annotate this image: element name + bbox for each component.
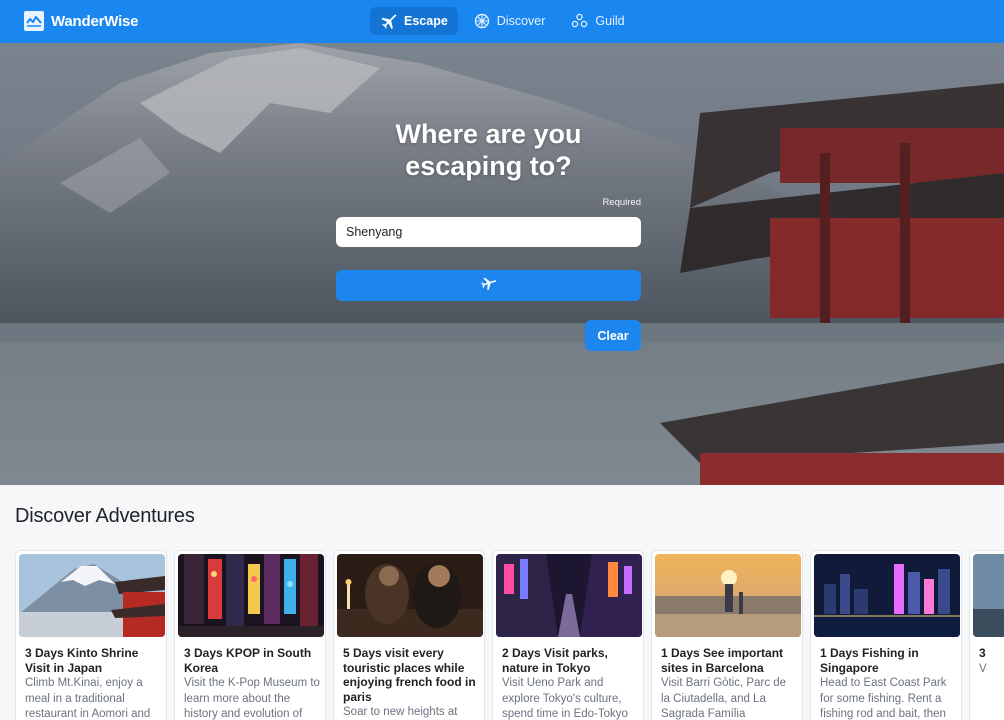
card-title: 3 <box>979 646 986 660</box>
card-title: 3 Days KPOP in South Korea <box>184 646 312 675</box>
tab-discover-label: Discover <box>496 14 546 28</box>
adventure-card[interactable]: 3 Days Kinto Shrine Visit in Japan Climb… <box>15 550 167 720</box>
card-description: Soar to new heights at <box>343 706 458 718</box>
adventure-card[interactable]: 1 Days See important sites in Barcelona … <box>651 550 803 720</box>
adventure-card[interactable]: 3 Days KPOP in South Korea Visit the K-P… <box>174 550 326 720</box>
tab-guild-label: Guild <box>595 14 625 28</box>
hero-title-line1: Where are you <box>395 119 582 149</box>
discover-section-title: Discover Adventures <box>15 505 195 527</box>
tab-escape-label: Escape <box>404 14 448 28</box>
card-description: Climb Mt.Kinai, enjoy a meal in a tradit… <box>25 677 151 720</box>
card-image-singapore-night <box>814 554 960 637</box>
card-image-mount-fuji <box>19 554 165 637</box>
card-image-seoul-street <box>178 554 324 637</box>
hero-section: Where are you escaping to? Required Clea… <box>0 43 1004 485</box>
plane-icon <box>480 276 497 295</box>
adventure-card[interactable]: 5 Days visit every touristic places whil… <box>333 550 485 720</box>
card-title: 5 Days visit every touristic places whil… <box>343 646 476 704</box>
card-image-paris-dinner <box>337 554 483 637</box>
main-nav: Escape Discover Guild <box>370 7 635 35</box>
adventure-card[interactable]: 1 Days Fishing in Singapore Head to East… <box>810 550 962 720</box>
clear-button[interactable]: Clear <box>585 320 641 351</box>
card-description: V <box>979 663 987 675</box>
wanderwise-logo-icon <box>24 11 44 31</box>
search-trip-button[interactable] <box>336 270 641 301</box>
card-title: 3 Days Kinto Shrine Visit in Japan <box>25 646 139 675</box>
hero-title-line2: escaping to? <box>405 151 572 181</box>
plane-icon <box>380 13 397 29</box>
card-title: 2 Days Visit parks, nature in Tokyo <box>502 646 608 675</box>
compass-icon <box>474 13 490 29</box>
card-description: Visit Ueno Park and explore Tokyo's cult… <box>502 677 628 720</box>
destination-input[interactable] <box>336 217 641 247</box>
card-description: Visit the K-Pop Museum to learn more abo… <box>184 677 320 720</box>
brand-name: WanderWise <box>51 12 139 30</box>
hero-overlay <box>0 43 1004 485</box>
card-title: 1 Days Fishing in Singapore <box>820 646 919 675</box>
people-icon <box>571 13 588 29</box>
tab-escape[interactable]: Escape <box>370 7 458 35</box>
adventure-card-list: 3 Days Kinto Shrine Visit in Japan Climb… <box>15 550 1004 720</box>
required-label: Required <box>602 197 641 208</box>
hero-title: Where are you escaping to? <box>336 118 641 182</box>
card-description: Head to East Coast Park for some fishing… <box>820 677 947 720</box>
card-description: Visit Barri Gòtic, Parc de la Ciutadella… <box>661 677 787 720</box>
card-image-tokyo-alley <box>496 554 642 637</box>
tab-discover[interactable]: Discover <box>464 7 556 35</box>
card-image <box>973 554 1004 637</box>
adventure-card[interactable]: 3 V <box>969 550 1004 720</box>
card-title: 1 Days See important sites in Barcelona <box>661 646 784 675</box>
adventure-card[interactable]: 2 Days Visit parks, nature in Tokyo Visi… <box>492 550 644 720</box>
tab-guild[interactable]: Guild <box>561 7 634 35</box>
brand[interactable]: WanderWise <box>24 11 139 31</box>
card-image-barcelona-skyline <box>655 554 801 637</box>
top-navbar: WanderWise Escape Discover Guild <box>0 0 1004 43</box>
